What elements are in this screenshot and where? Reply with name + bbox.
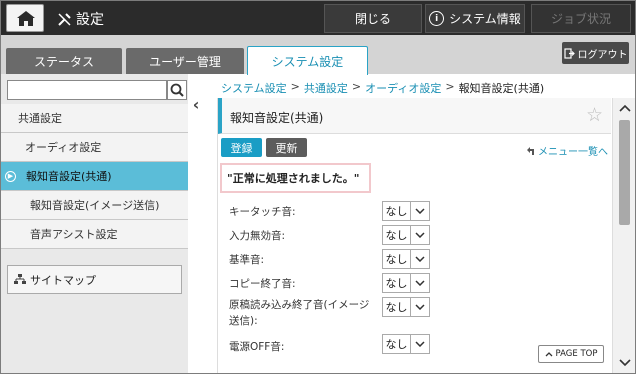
select-value: なし [383,250,411,268]
chevron-down-icon [411,202,429,220]
home-icon [17,11,35,26]
status-message: "正常に処理されました。" [220,163,371,193]
sidebar-item-label: 報知音設定(イメージ送信) [30,199,160,212]
system-info-label: システム情報 [449,12,521,26]
sidebar-item-label: オーディオ設定 [25,141,102,154]
chevron-down-icon [411,250,429,268]
home-button[interactable] [6,4,44,32]
select-value: なし [383,202,411,220]
tab-status[interactable]: ステータス [6,48,122,74]
settings-label: 設定 [76,12,104,28]
power-off-select[interactable]: なし [382,334,430,354]
sidebar-nav: 共通設定 オーディオ設定 ▶ 報知音設定(共通) 報知音設定(イメージ送信) 音… [1,104,188,249]
settings-title: 設定 [57,9,104,29]
chevron-up-icon [545,351,552,356]
info-icon: i [429,11,445,26]
setting-label-copy-end: コピー終了音: [229,278,296,290]
scroll-down-button[interactable] [616,355,633,371]
menu-list-link[interactable]: メニュー一覧へ [526,143,608,158]
job-status-label: ジョブ状況 [550,12,611,26]
close-button[interactable]: 閉じる [324,4,422,33]
chevron-down-icon [411,335,429,353]
job-status-button[interactable]: ジョブ状況 [531,4,631,33]
search-button[interactable] [167,80,187,100]
breadcrumb-link-common-settings[interactable]: 共通設定 [304,80,348,96]
sidebar-item-notification-common[interactable]: ▶ 報知音設定(共通) [1,162,188,191]
sitemap-button[interactable]: サイトマップ [7,265,182,294]
sidebar-item-label: 音声アシスト設定 [30,228,118,241]
breadcrumb: システム設定 > 共通設定 > オーディオ設定 > 報知音設定(共通) [221,80,544,96]
top-bar: 設定 閉じる i システム情報 ジョブ状況 [1,1,635,35]
tab-user-management[interactable]: ユーザー管理 [126,48,244,74]
update-button-label: 更新 [275,141,298,155]
breadcrumb-link-audio-settings[interactable]: オーディオ設定 [365,80,441,96]
setting-label-reference-tone: 基準音: [229,254,265,266]
breadcrumb-current: 報知音設定(共通) [458,82,545,95]
tab-system-settings[interactable]: システム設定 [247,46,368,75]
chevron-down-icon [411,274,429,292]
chevron-down-icon [618,359,631,367]
select-value: なし [383,298,411,316]
update-button[interactable]: 更新 [266,138,307,157]
tab-status-label: ステータス [33,54,94,69]
setting-label-scan-end: 原稿読み込み終了音(イメージ送信): [229,299,370,327]
scroll-up-button[interactable] [616,100,633,116]
setting-label-key-touch: キータッチ音: [229,206,296,218]
main-content: 報知音設定(共通) ☆ 登録 更新 メニュー一覧へ "正常に処理されました。" … [217,98,611,373]
logout-button[interactable]: ログアウト [562,42,629,64]
system-info-button[interactable]: i システム情報 [425,4,525,33]
reference-tone-select[interactable]: なし [382,249,430,269]
sidebar-item-label: 共通設定 [18,112,62,125]
logout-icon [563,47,575,59]
chevron-up-icon [618,104,631,112]
menu-list-label: メニュー一覧へ [538,147,608,158]
select-value: なし [383,226,411,244]
chevron-left-icon: ‹ [192,94,200,114]
chevron-down-icon [411,298,429,316]
scrollbar-thumb[interactable] [619,120,630,225]
breadcrumb-separator: > [290,80,300,93]
select-value: なし [383,274,411,292]
breadcrumb-link-system-settings[interactable]: システム設定 [221,80,287,96]
sidebar-item-common-settings[interactable]: 共通設定 [1,104,188,133]
tabs-row: ステータス ユーザー管理 システム設定 ログアウト [1,35,635,75]
tab-user-management-label: ユーザー管理 [149,54,221,69]
page-top-button[interactable]: PAGE TOP [538,345,604,363]
setting-label-power-off: 電源OFF音: [229,341,285,353]
page-top-label: PAGE TOP [555,349,598,359]
sidebar: 共通設定 オーディオ設定 ▶ 報知音設定(共通) 報知音設定(イメージ送信) 音… [1,74,188,373]
sidebar-collapse-button[interactable]: ‹ [188,90,204,118]
input-invalid-select[interactable]: なし [382,225,430,245]
tools-icon [58,12,71,26]
logout-label: ログアウト [577,49,628,61]
tab-system-settings-label: システム設定 [271,54,344,69]
register-button[interactable]: 登録 [221,138,262,157]
key-touch-select[interactable]: なし [382,201,430,221]
scan-end-select[interactable]: なし [382,297,430,317]
sidebar-item-audio-settings[interactable]: オーディオ設定 [1,133,188,162]
chevron-right-icon: ▶ [5,170,16,182]
chevron-down-icon [411,226,429,244]
star-icon[interactable]: ☆ [586,104,603,126]
breadcrumb-separator: > [351,80,362,93]
back-arrow-icon [527,146,534,155]
close-button-label: 閉じる [354,12,391,26]
register-button-label: 登録 [230,141,253,155]
setting-label-input-invalid: 入力無効音: [229,230,286,242]
sidebar-item-voice-assist[interactable]: 音声アシスト設定 [1,220,188,249]
copy-end-select[interactable]: なし [382,273,430,293]
sidebar-item-notification-image-send[interactable]: 報知音設定(イメージ送信) [1,191,188,220]
page-title: 報知音設定(共通) [230,111,324,125]
breadcrumb-separator: > [445,80,455,93]
status-message-text: "正常に処理されました。" [227,172,360,185]
sitemap-icon [14,274,26,284]
search-icon [170,83,184,97]
sidebar-item-label: 報知音設定(共通) [26,170,112,183]
sidebar-search-input[interactable] [7,80,167,100]
vertical-scrollbar[interactable] [612,98,635,373]
sitemap-label: サイトマップ [30,273,96,287]
select-value: なし [383,335,411,353]
page-header: 報知音設定(共通) ☆ [218,98,611,134]
